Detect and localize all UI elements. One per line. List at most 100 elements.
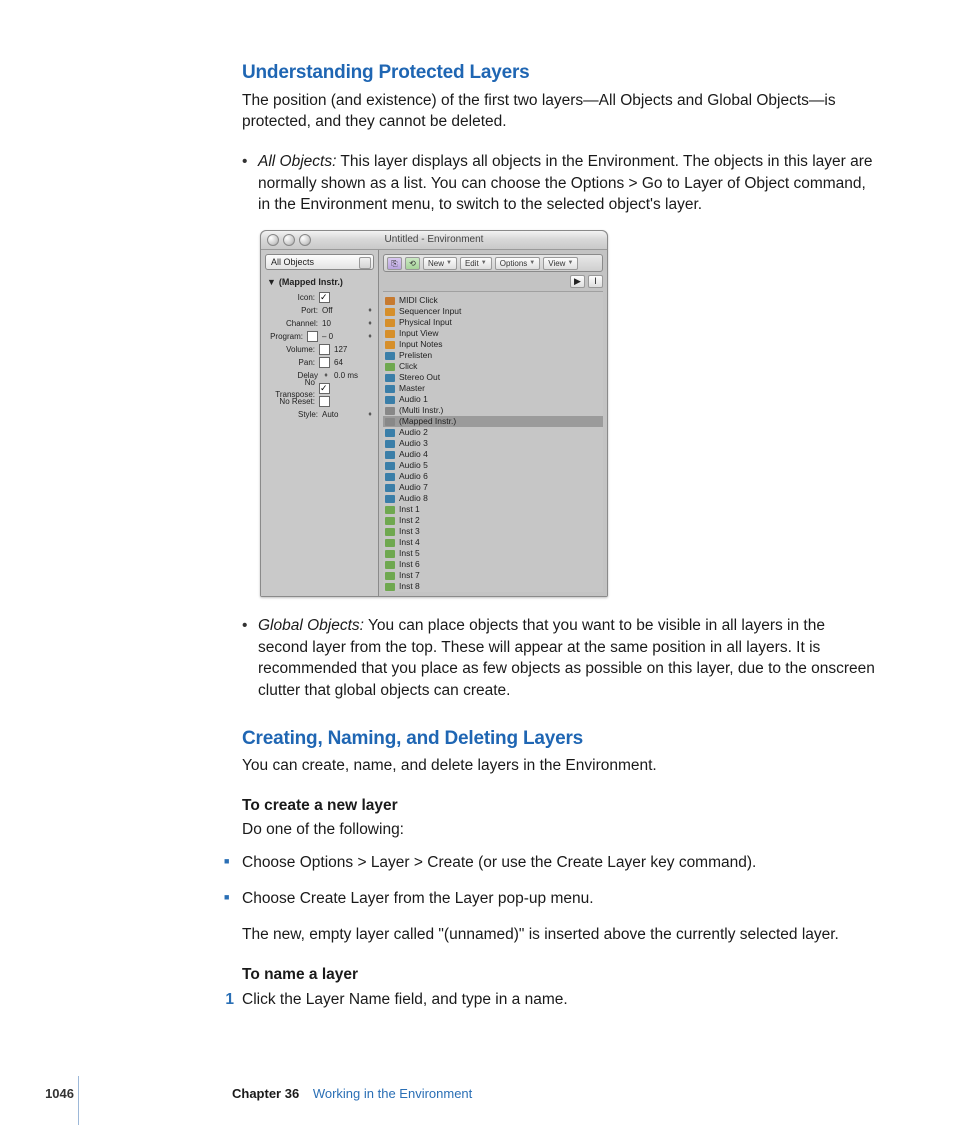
param-program[interactable]: Program:– 0♦	[265, 331, 374, 343]
object-icon	[385, 297, 395, 305]
do-one-following: Do one of the following:	[242, 819, 878, 841]
object-icon	[385, 341, 395, 349]
object-icon	[385, 429, 395, 437]
square-bullet-icon	[224, 852, 242, 874]
object-row[interactable]: Inst 8	[383, 581, 603, 592]
figure-environment-window: Untitled - Environment All Objects ▼(Map…	[260, 230, 878, 597]
midi-thru-button[interactable]: ⟲	[405, 257, 420, 270]
object-row[interactable]: Audio 2	[383, 427, 603, 438]
text-tool[interactable]: I	[588, 275, 603, 288]
window-titlebar: Untitled - Environment	[261, 231, 607, 250]
object-row[interactable]: Audio 6	[383, 471, 603, 482]
step-number: 1	[216, 989, 242, 1011]
param-pan[interactable]: Pan:64	[265, 357, 374, 369]
square-bullet-icon	[224, 888, 242, 910]
desc-all-objects: This layer displays all objects in the E…	[258, 153, 873, 213]
object-icon	[385, 539, 395, 547]
object-row[interactable]: MIDI Click	[383, 295, 603, 306]
object-row[interactable]: Inst 4	[383, 537, 603, 548]
page-footer: 1046 Chapter 36 Working in the Environme…	[0, 1085, 954, 1103]
footer-rule	[78, 1076, 79, 1125]
object-row[interactable]: (Multi Instr.)	[383, 405, 603, 416]
heading-protected-layers: Understanding Protected Layers	[242, 60, 878, 87]
object-row[interactable]: Audio 7	[383, 482, 603, 493]
window-title: Untitled - Environment	[385, 234, 484, 245]
term-global-objects: Global Objects:	[258, 617, 364, 634]
object-row[interactable]: Click	[383, 361, 603, 372]
bullet-all-objects: All Objects: This layer displays all obj…	[242, 151, 878, 216]
object-label: Inst 8	[399, 581, 420, 593]
result-new-layer: The new, empty layer called "(unnamed)" …	[242, 924, 878, 946]
param-noreset[interactable]: No Reset:	[265, 396, 374, 408]
object-icon	[385, 352, 395, 360]
object-row[interactable]: Audio 1	[383, 394, 603, 405]
object-icon	[385, 462, 395, 470]
term-all-objects: All Objects:	[258, 153, 336, 170]
object-icon	[385, 572, 395, 580]
param-volume[interactable]: Volume:127	[265, 344, 374, 356]
object-icon	[385, 583, 395, 591]
param-port[interactable]: Port:Off♦	[265, 305, 374, 317]
subhead-create-layer: To create a new layer	[242, 795, 878, 817]
object-icon	[385, 330, 395, 338]
object-row[interactable]: Audio 4	[383, 449, 603, 460]
object-icon	[385, 418, 395, 426]
object-icon	[385, 407, 395, 415]
object-row[interactable]: Inst 3	[383, 526, 603, 537]
object-row[interactable]: Input Notes	[383, 339, 603, 350]
param-icon[interactable]: Icon:	[265, 292, 374, 304]
object-row[interactable]: Stereo Out	[383, 372, 603, 383]
object-row[interactable]: Inst 5	[383, 548, 603, 559]
param-style[interactable]: Style:Auto♦	[265, 409, 374, 421]
step-choose-options: Choose Options > Layer > Create (or use …	[224, 852, 878, 874]
object-icon	[385, 517, 395, 525]
object-row[interactable]: Physical Input	[383, 317, 603, 328]
object-icon	[385, 561, 395, 569]
step-name-layer: 1 Click the Layer Name field, and type i…	[216, 989, 878, 1011]
object-row[interactable]: Input View	[383, 328, 603, 339]
layer-selector[interactable]: All Objects	[265, 254, 374, 270]
object-icon	[385, 528, 395, 536]
heading-creating-layers: Creating, Naming, and Deleting Layers	[242, 726, 878, 753]
object-icon	[385, 451, 395, 459]
toolbar-main: ⎘ ⟲ New▼ Edit▼ Options▼ View▼	[383, 254, 603, 272]
object-icon	[385, 396, 395, 404]
minimize-icon[interactable]	[283, 234, 295, 246]
edit-menu[interactable]: Edit▼	[460, 257, 492, 270]
object-icon	[385, 319, 395, 327]
object-row[interactable]: Audio 8	[383, 493, 603, 504]
view-menu[interactable]: View▼	[543, 257, 578, 270]
object-icon	[385, 506, 395, 514]
object-row[interactable]: Master	[383, 383, 603, 394]
object-list: MIDI ClickSequencer InputPhysical InputI…	[383, 291, 603, 592]
inspector-panel: All Objects ▼(Mapped Instr.) Icon: Port:…	[261, 250, 379, 596]
object-icon	[385, 374, 395, 382]
options-menu[interactable]: Options▼	[495, 257, 541, 270]
object-row[interactable]: Audio 5	[383, 460, 603, 471]
chapter-label: Chapter 36	[232, 1086, 299, 1101]
object-row[interactable]: Prelisten	[383, 350, 603, 361]
object-row[interactable]: Sequencer Input	[383, 306, 603, 317]
subhead-name-layer: To name a layer	[242, 964, 878, 986]
link-button[interactable]: ⎘	[387, 257, 402, 270]
pointer-tool[interactable]: ▶	[570, 275, 585, 288]
chapter-title: Working in the Environment	[313, 1086, 472, 1101]
object-icon	[385, 385, 395, 393]
object-row[interactable]: Inst 2	[383, 515, 603, 526]
object-row[interactable]: Inst 1	[383, 504, 603, 515]
object-row[interactable]: Inst 6	[383, 559, 603, 570]
param-channel[interactable]: Channel:10♦	[265, 318, 374, 330]
page-number: 1046	[0, 1085, 74, 1103]
bullet-dot-icon	[242, 151, 258, 216]
close-icon[interactable]	[267, 234, 279, 246]
intro-protected: The position (and existence) of the firs…	[242, 90, 878, 133]
object-row[interactable]: Inst 7	[383, 570, 603, 581]
inspector-header[interactable]: ▼(Mapped Instr.)	[265, 274, 374, 291]
object-row[interactable]: (Mapped Instr.)	[383, 416, 603, 427]
step-choose-create-layer: Choose Create Layer from the Layer pop-u…	[224, 888, 878, 910]
intro-creating: You can create, name, and delete layers …	[242, 755, 878, 777]
param-notranspose[interactable]: No Transpose:	[265, 383, 374, 395]
new-menu[interactable]: New▼	[423, 257, 457, 270]
zoom-icon[interactable]	[299, 234, 311, 246]
object-row[interactable]: Audio 3	[383, 438, 603, 449]
